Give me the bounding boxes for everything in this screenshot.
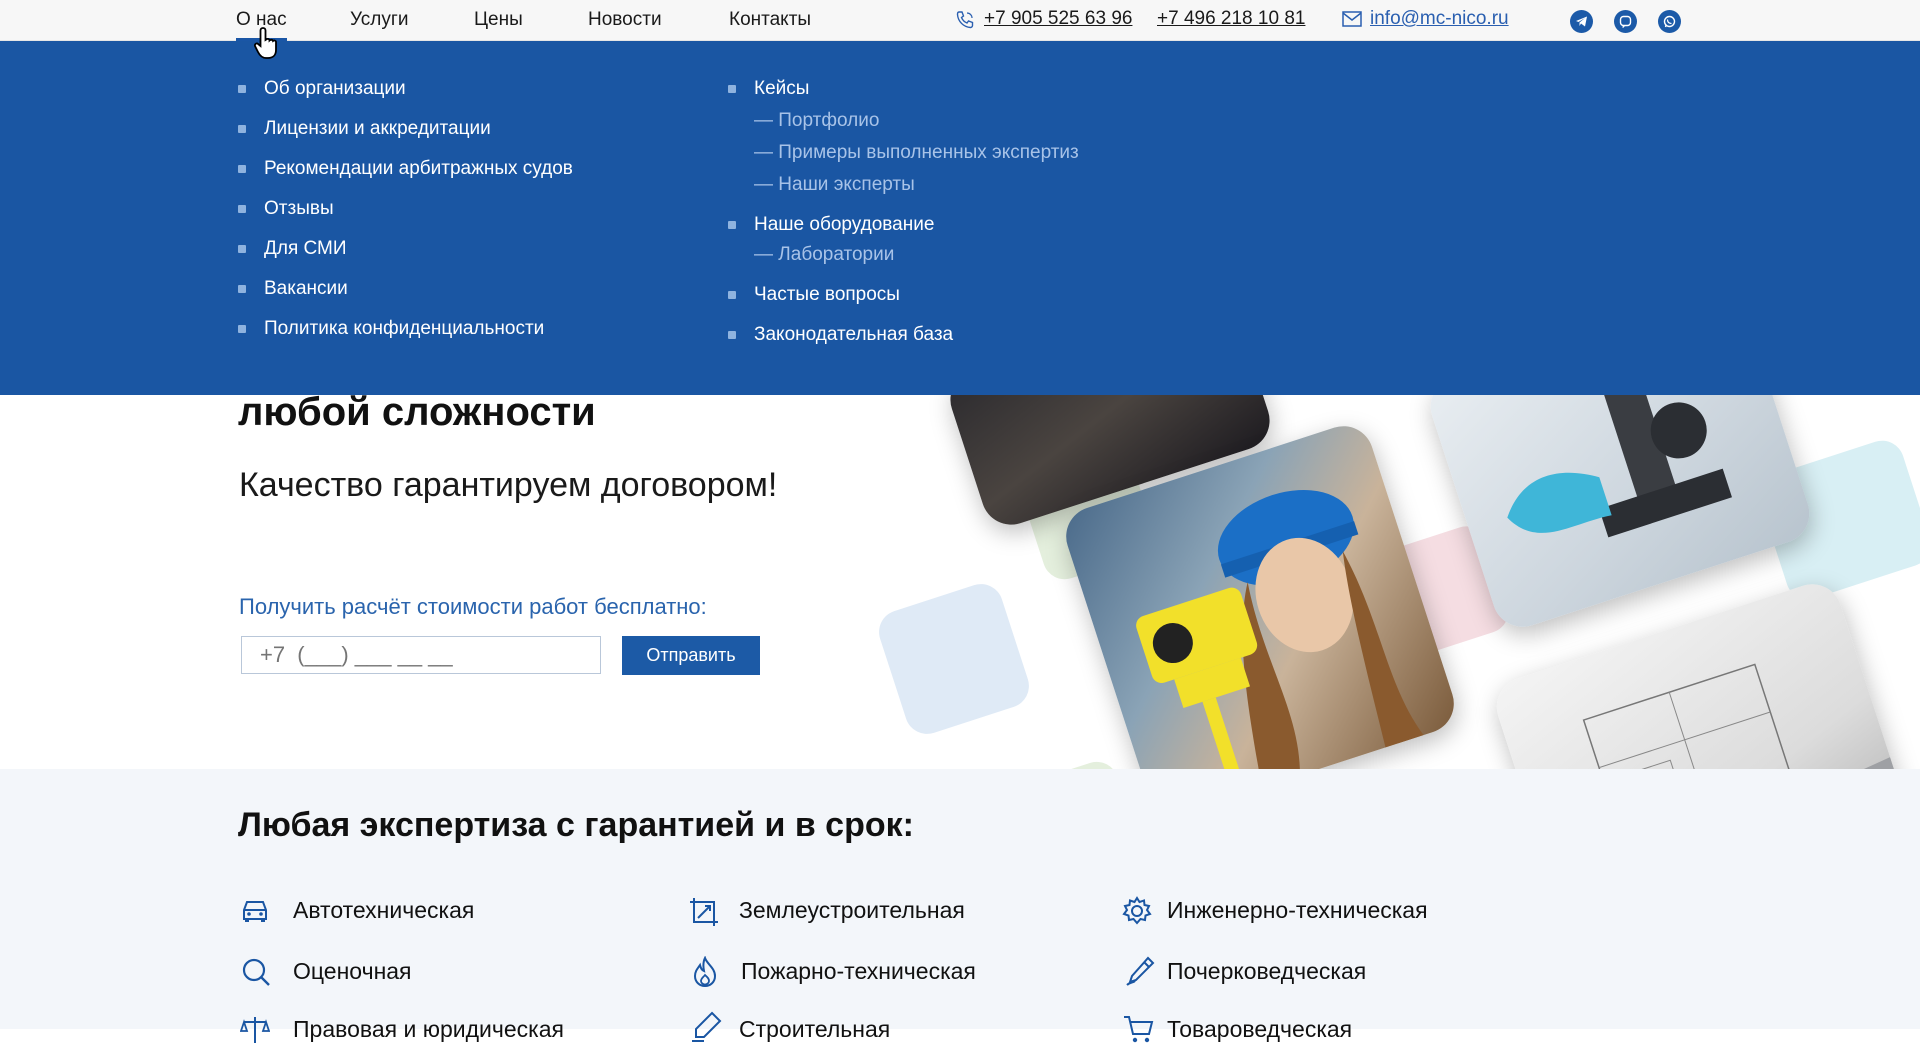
menu-item-organization[interactable]: Об организации bbox=[238, 78, 406, 100]
service-auto[interactable]: Автотехническая bbox=[293, 897, 474, 924]
phone-link-1[interactable]: +7 905 525 63 96 bbox=[984, 8, 1132, 30]
send-button[interactable]: Отправить bbox=[622, 636, 760, 675]
decor-tile-blue bbox=[873, 578, 1035, 740]
car-icon bbox=[240, 898, 270, 929]
nav-prices[interactable]: Цены bbox=[474, 9, 523, 31]
about-dropdown-menu: Об организации Лицензии и аккредитации Р… bbox=[0, 40, 1920, 395]
nav-contacts[interactable]: Контакты bbox=[729, 9, 811, 31]
menu-item-equipment[interactable]: Наше оборудование bbox=[727, 214, 934, 236]
service-legal[interactable]: Правовая и юридическая bbox=[293, 1016, 564, 1043]
cart-icon bbox=[1122, 1014, 1154, 1049]
menu-subitem-experts[interactable]: — Наши эксперты bbox=[754, 174, 915, 196]
service-appraisal[interactable]: Оценочная bbox=[293, 958, 412, 985]
menu-item-reviews[interactable]: Отзывы bbox=[238, 198, 334, 220]
mail-icon bbox=[1342, 11, 1362, 32]
viber-icon[interactable] bbox=[1614, 10, 1637, 33]
menu-item-cases[interactable]: Кейсы bbox=[727, 78, 809, 100]
phone-link-2[interactable]: +7 496 218 10 81 bbox=[1157, 8, 1305, 30]
pointer-cursor-icon bbox=[253, 26, 287, 67]
nav-services[interactable]: Услуги bbox=[350, 9, 408, 31]
scales-icon bbox=[239, 1015, 271, 1050]
service-engineering[interactable]: Инженерно-техническая bbox=[1167, 897, 1428, 924]
menu-item-court-recommendations[interactable]: Рекомендации арбитражных судов bbox=[238, 158, 573, 180]
service-land[interactable]: Землеустроительная bbox=[739, 897, 965, 924]
menu-subitem-laboratories[interactable]: — Лаборатории bbox=[754, 244, 894, 266]
service-commodity[interactable]: Товароведческая bbox=[1167, 1016, 1352, 1043]
whatsapp-icon[interactable] bbox=[1658, 10, 1681, 33]
hero-title: любой сложности bbox=[238, 390, 596, 434]
service-construction[interactable]: Строительная bbox=[739, 1016, 890, 1043]
land-measure-icon bbox=[688, 896, 720, 933]
menu-item-legislation[interactable]: Законодательная база bbox=[727, 324, 953, 346]
menu-item-licenses[interactable]: Лицензии и аккредитации bbox=[238, 118, 491, 140]
service-handwriting[interactable]: Почерковедческая bbox=[1167, 958, 1366, 985]
gear-icon bbox=[1122, 896, 1152, 931]
telegram-icon[interactable] bbox=[1570, 10, 1593, 33]
hero-subtitle: Качество гарантируем договором! bbox=[239, 466, 778, 504]
nav-news[interactable]: Новости bbox=[588, 9, 662, 31]
menu-item-media[interactable]: Для СМИ bbox=[238, 238, 347, 260]
service-fire[interactable]: Пожарно-техническая bbox=[741, 958, 976, 985]
build-icon bbox=[690, 1011, 722, 1048]
fire-icon bbox=[692, 955, 718, 993]
menu-subitem-examples[interactable]: — Примеры выполненных экспертиз bbox=[754, 142, 1079, 164]
services-title: Любая экспертиза с гарантией и в срок: bbox=[238, 806, 914, 844]
menu-subitem-portfolio[interactable]: — Портфолио bbox=[754, 110, 879, 132]
email-link[interactable]: info@mc-nico.ru bbox=[1370, 8, 1509, 30]
calc-form-label: Получить расчёт стоимости работ бесплатн… bbox=[239, 594, 707, 619]
menu-item-privacy-policy[interactable]: Политика конфиденциальности bbox=[237, 318, 544, 340]
menu-item-vacancies[interactable]: Вакансии bbox=[238, 278, 348, 300]
phone-input[interactable] bbox=[241, 636, 601, 674]
top-navigation-bar: О нас Услуги Цены Новости Контакты +7 90… bbox=[0, 0, 1920, 41]
phone-icon bbox=[955, 10, 975, 35]
menu-item-faq[interactable]: Частые вопросы bbox=[728, 284, 900, 306]
pen-icon bbox=[1124, 955, 1156, 992]
search-icon bbox=[241, 957, 271, 992]
